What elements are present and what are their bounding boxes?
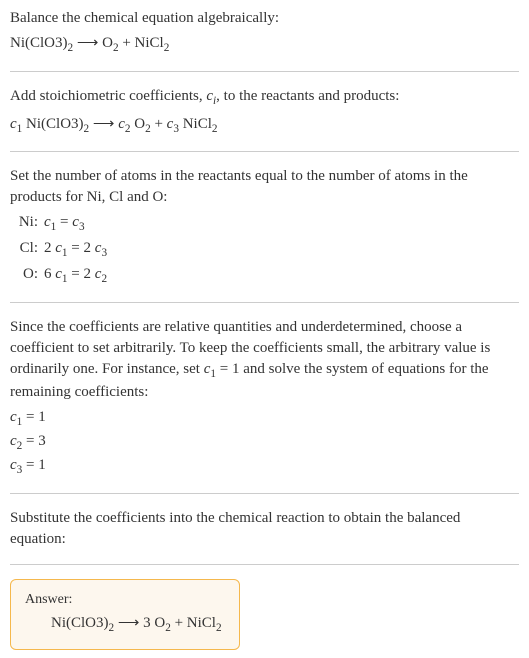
eq-sign: =: [56, 214, 72, 230]
text-part: Add stoichiometric coefficients,: [10, 88, 206, 104]
text-part: , to the reactants and products:: [216, 88, 399, 104]
solution-line: c1 = 1: [10, 407, 519, 431]
coef-var: c: [10, 409, 17, 425]
section-problem: Balance the chemical equation algebraica…: [10, 8, 519, 72]
eq-text: ⟶ 3 O: [114, 615, 165, 631]
coef-var: c: [10, 457, 17, 473]
answer-equation: Ni(ClO3)2 ⟶ 3 O2 + NiCl2: [25, 613, 225, 637]
section-coefficients: Add stoichiometric coefficients, ci, to …: [10, 86, 519, 153]
substitute-text: Substitute the coefficients into the che…: [10, 508, 519, 550]
coef-sub: 3: [101, 247, 107, 259]
problem-equation: Ni(ClO3)2 ⟶ O2 + NiCl2: [10, 33, 519, 57]
eq-text: + NiCl: [171, 615, 216, 631]
atom-eq: c1 = c3: [44, 212, 519, 236]
coefficients-equation: c1 Ni(ClO3)2 ⟶ c2 O2 + c3 NiCl2: [10, 114, 519, 138]
solve-text: Since the coefficients are relative quan…: [10, 317, 519, 404]
solution-line: c2 = 3: [10, 431, 519, 455]
eq-sign: = 2: [68, 266, 95, 282]
arrow: ⟶: [89, 116, 118, 132]
coef-sub: 3: [79, 221, 85, 233]
coef-var: c: [206, 88, 213, 104]
pre: 6: [44, 266, 55, 282]
coef-var: c: [10, 116, 17, 132]
eq-sub: 2: [216, 622, 222, 634]
eq-text: ⟶ O: [73, 35, 113, 51]
atom-label: O:: [10, 264, 38, 288]
plus: +: [151, 116, 167, 132]
eq-text: + NiCl: [119, 35, 164, 51]
coef-var: c: [72, 214, 79, 230]
coef-var: c: [44, 214, 51, 230]
coefficients-text: Add stoichiometric coefficients, ci, to …: [10, 86, 519, 110]
coef-var: c: [10, 433, 17, 449]
eq-text: Ni(ClO3): [51, 615, 109, 631]
eq-text: Ni(ClO3): [22, 116, 83, 132]
coef-val: = 3: [22, 433, 45, 449]
section-solve: Since the coefficients are relative quan…: [10, 317, 519, 494]
eq-sub: 2: [164, 42, 170, 54]
eq-text: Ni(ClO3): [10, 35, 68, 51]
answer-label: Answer:: [25, 590, 225, 610]
atom-label: Cl:: [10, 238, 38, 262]
atom-eq: 6 c1 = 2 c2: [44, 264, 519, 288]
atoms-grid: Ni: c1 = c3 Cl: 2 c1 = 2 c3 O: 6 c1 = 2 …: [10, 212, 519, 287]
eq-text: NiCl: [179, 116, 212, 132]
atom-eq: 2 c1 = 2 c3: [44, 238, 519, 262]
answer-box: Answer: Ni(ClO3)2 ⟶ 3 O2 + NiCl2: [10, 579, 240, 650]
section-substitute: Substitute the coefficients into the che…: [10, 508, 519, 565]
problem-text: Balance the chemical equation algebraica…: [10, 8, 519, 29]
coef-val: = 1: [22, 457, 45, 473]
atom-label: Ni:: [10, 212, 38, 236]
eq-sub: 2: [212, 123, 218, 135]
coef-sub: 2: [101, 273, 107, 285]
eq-sign: = 2: [68, 240, 95, 256]
pre: 2: [44, 240, 55, 256]
coef-var: c: [118, 116, 125, 132]
atoms-text: Set the number of atoms in the reactants…: [10, 166, 519, 208]
solution-line: c3 = 1: [10, 455, 519, 479]
coef-val: = 1: [22, 409, 45, 425]
solutions: c1 = 1 c2 = 3 c3 = 1: [10, 407, 519, 478]
coef-var: c: [55, 266, 62, 282]
section-atoms: Set the number of atoms in the reactants…: [10, 166, 519, 302]
eq-text: O: [130, 116, 145, 132]
coef-var: c: [55, 240, 62, 256]
